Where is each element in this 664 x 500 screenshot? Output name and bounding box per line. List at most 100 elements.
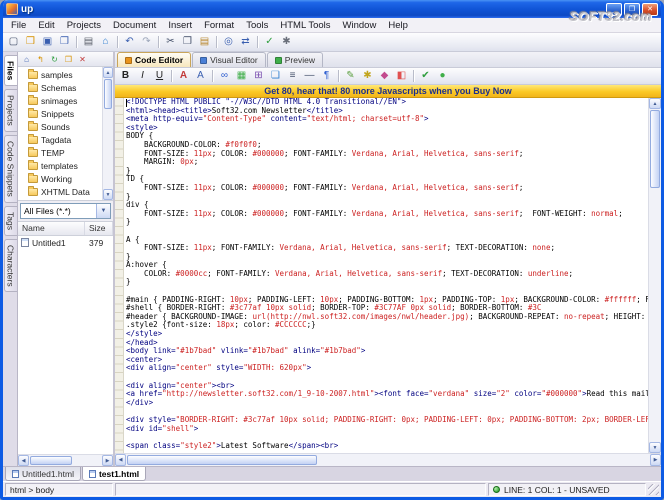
tree-item-snimages[interactable]: snimages	[18, 94, 102, 107]
preview-in-browser-icon[interactable]: ⌂	[97, 34, 114, 50]
dropdown-arrow-icon[interactable]: ▼	[96, 204, 110, 218]
undo-icon[interactable]: ↶	[121, 34, 138, 50]
side-tab-files[interactable]: Files	[3, 55, 17, 87]
code-line[interactable]: <a href="http://newsletter.soft32.com/1_…	[126, 389, 648, 399]
tree-scrollbar[interactable]: ▲ ▼	[102, 67, 113, 200]
code-line[interactable]: <body link="#1b7bad" vlink="#1b7bad" ali…	[126, 346, 648, 356]
menu-html-tools[interactable]: HTML Tools	[274, 19, 336, 32]
save-icon[interactable]: ▣	[39, 34, 56, 50]
menu-document[interactable]: Document	[107, 19, 162, 32]
scrollbar-thumb[interactable]	[127, 455, 317, 465]
scroll-up-button[interactable]: ▲	[649, 98, 661, 109]
copy-icon[interactable]: ❐	[179, 34, 196, 50]
scroll-down-button[interactable]: ▼	[103, 189, 113, 200]
quick-preview-icon[interactable]: ●	[434, 68, 451, 84]
code-line[interactable]: FONT-SIZE: 11px; COLOR: #000000; FONT-FA…	[126, 149, 648, 159]
tab-code-editor[interactable]: Code Editor	[117, 52, 192, 67]
menu-window[interactable]: Window	[337, 19, 383, 32]
scrollbar-track[interactable]	[126, 454, 650, 466]
cut-icon[interactable]: ✂	[162, 34, 179, 50]
refresh-icon[interactable]: ↻	[48, 53, 61, 65]
menu-edit[interactable]: Edit	[32, 19, 60, 32]
tree-item-snippets[interactable]: Snippets	[18, 107, 102, 120]
italic-icon[interactable]: I	[134, 68, 151, 84]
code-line[interactable]: </div>	[126, 398, 648, 408]
menu-projects[interactable]: Projects	[61, 19, 107, 32]
tree-item-schemas[interactable]: Schemas	[18, 81, 102, 94]
side-tab-tags[interactable]: Tags	[3, 205, 17, 236]
tree-item-templates[interactable]: templates	[18, 159, 102, 172]
new-folder-icon[interactable]: ❒	[62, 53, 75, 65]
open-folder-icon[interactable]: ❒	[22, 34, 39, 50]
tree-item-working[interactable]: Working	[18, 172, 102, 185]
redo-icon[interactable]: ↷	[138, 34, 155, 50]
tag-path[interactable]: html > body	[5, 483, 113, 496]
scrollbar-thumb[interactable]	[104, 79, 112, 109]
code-line[interactable]: }	[126, 278, 648, 287]
insert-link-icon[interactable]: ∞	[216, 68, 233, 84]
code-line[interactable]: <div style="BORDER-RIGHT: #3c77af 10px s…	[126, 415, 648, 425]
code-line[interactable]: }	[126, 192, 648, 202]
code-line[interactable]: <meta http-equiv="Content-Type" content=…	[126, 114, 648, 124]
menu-help[interactable]: Help	[382, 19, 414, 32]
scroll-right-button[interactable]: ▶	[650, 454, 661, 466]
validate-icon[interactable]: ✔	[417, 68, 434, 84]
menu-insert[interactable]: Insert	[162, 19, 198, 32]
scroll-left-button[interactable]: ◀	[115, 454, 126, 466]
insert-table-icon[interactable]: ⊞	[250, 68, 267, 84]
insert-image-icon[interactable]: ▦	[233, 68, 250, 84]
code-line[interactable]: FONT-SIZE: 11px; FONT-FAMILY: Verdana, A…	[126, 243, 648, 253]
code-line[interactable]: .style2 {font-size: 18px; color: #CCCCCC…	[126, 321, 648, 330]
promo-banner[interactable]: Get 80, hear that! 80 more Javascripts w…	[115, 85, 661, 98]
tree-item-temp[interactable]: TEMP	[18, 146, 102, 159]
title-bar[interactable]: up _ ❐ ✕	[3, 0, 661, 18]
home-directory-icon[interactable]: ⌂	[20, 53, 33, 65]
code-line[interactable]: MARGIN: 0px;	[126, 157, 648, 167]
document-tab-test1-html[interactable]: test1.html	[81, 467, 147, 481]
document-tab-untitled1-html[interactable]: Untitled1.html	[5, 467, 81, 481]
new-document-icon[interactable]: ▢	[5, 34, 22, 50]
code-area[interactable]: <!DOCTYPE HTML PUBLIC "-//W3C//DTD HTML …	[124, 98, 648, 453]
code-line[interactable]: FONT-SIZE: 11px; COLOR: #000000; FONT-FA…	[126, 183, 648, 193]
menu-tools[interactable]: Tools	[240, 19, 274, 32]
tree-item-sounds[interactable]: Sounds	[18, 120, 102, 133]
scrollbar-track[interactable]	[103, 78, 113, 189]
font-icon[interactable]: A	[192, 68, 209, 84]
column-header-name[interactable]: Name	[18, 222, 85, 235]
print-icon[interactable]: ▤	[80, 34, 97, 50]
files-panel-hscrollbar[interactable]: ◀ ▶	[18, 454, 113, 466]
find-replace-icon[interactable]: ⇄	[237, 34, 254, 50]
code-line[interactable]: }	[126, 252, 648, 262]
code-line[interactable]	[126, 227, 648, 236]
scrollbar-thumb[interactable]	[650, 110, 660, 188]
insert-style-icon[interactable]: ◆	[376, 68, 393, 84]
code-line[interactable]: <span class="style2">Latest Software</sp…	[126, 441, 648, 451]
color-picker-icon[interactable]: ◧	[393, 68, 410, 84]
scroll-left-button[interactable]: ◀	[18, 455, 29, 466]
code-line[interactable]: FONT-SIZE: 11px; COLOR: #000000; FONT-FA…	[126, 209, 648, 219]
code-line[interactable]: COLOR: #0000cc; FONT-FAMILY: Verdana, Ar…	[126, 269, 648, 279]
paste-icon[interactable]: ▤	[196, 34, 213, 50]
code-line[interactable]: }	[126, 218, 648, 227]
delete-icon[interactable]: ✕	[76, 53, 89, 65]
code-line[interactable]: </style>	[126, 329, 648, 339]
font-color-icon[interactable]: A	[175, 68, 192, 84]
code-line[interactable]: <div align="center" style="WIDTH: 620px"…	[126, 364, 648, 373]
line-break-icon[interactable]: ¶	[318, 68, 335, 84]
tab-visual-editor[interactable]: Visual Editor	[192, 52, 266, 67]
find-icon[interactable]: ◎	[220, 34, 237, 50]
menu-file[interactable]: File	[5, 19, 32, 32]
scrollbar-track[interactable]	[649, 109, 661, 442]
up-one-level-icon[interactable]: ↰	[34, 53, 47, 65]
side-tab-characters[interactable]: Characters	[3, 238, 17, 293]
underline-icon[interactable]: U	[151, 68, 168, 84]
scroll-down-button[interactable]: ▼	[649, 442, 661, 453]
side-tab-code-snippets[interactable]: Code Snippets	[3, 135, 17, 203]
tree-item-tagdata[interactable]: Tagdata	[18, 133, 102, 146]
scroll-right-button[interactable]: ▶	[102, 455, 113, 466]
editor-vscrollbar[interactable]: ▲ ▼	[648, 98, 661, 453]
file-filter-select[interactable]: All Files (*.*) ▼	[20, 203, 111, 219]
scroll-up-button[interactable]: ▲	[103, 67, 113, 78]
insert-comment-icon[interactable]: ✎	[342, 68, 359, 84]
insert-script-icon[interactable]: ✱	[359, 68, 376, 84]
